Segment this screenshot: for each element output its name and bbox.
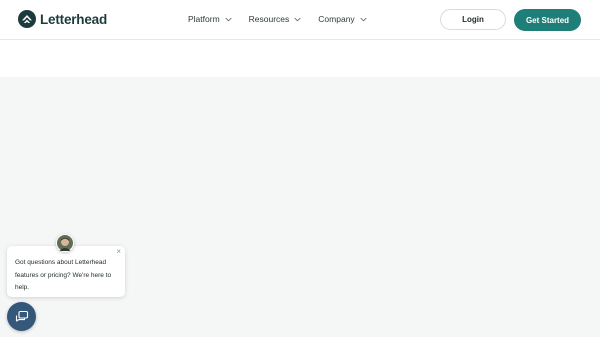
agent-avatar: [56, 234, 74, 252]
chat-prompt-bubble[interactable]: × Got questions about Letterhead feature…: [7, 246, 125, 297]
main-nav: Platform Resources Company: [188, 14, 367, 24]
chat-prompt-message: Got questions about Letterhead features …: [15, 259, 112, 291]
nav-item-label: Platform: [188, 14, 220, 24]
nav-item-company[interactable]: Company: [318, 14, 367, 24]
logo[interactable]: Letterhead: [18, 10, 107, 28]
get-started-button[interactable]: Get Started: [514, 9, 581, 31]
logo-text: Letterhead: [40, 11, 108, 27]
login-button[interactable]: Login: [440, 9, 506, 30]
agent-avatar-icon: [57, 235, 73, 251]
chevron-down-icon: [360, 17, 367, 21]
chat-bubbles-icon: [15, 310, 28, 322]
nav-item-label: Resources: [248, 14, 290, 24]
letterhead-logo-icon: [18, 10, 36, 28]
nav-item-resources[interactable]: Resources: [249, 14, 302, 24]
chat-launcher-button[interactable]: [7, 302, 36, 331]
chevron-down-icon: [294, 17, 301, 21]
top-navbar: Letterhead Platform Resources Company Lo…: [0, 0, 600, 40]
nav-item-label: Company: [318, 14, 355, 24]
nav-item-platform[interactable]: Platform: [188, 14, 232, 24]
close-icon[interactable]: ×: [116, 247, 121, 256]
chevron-down-icon: [225, 17, 232, 21]
hero-section: [0, 77, 600, 337]
